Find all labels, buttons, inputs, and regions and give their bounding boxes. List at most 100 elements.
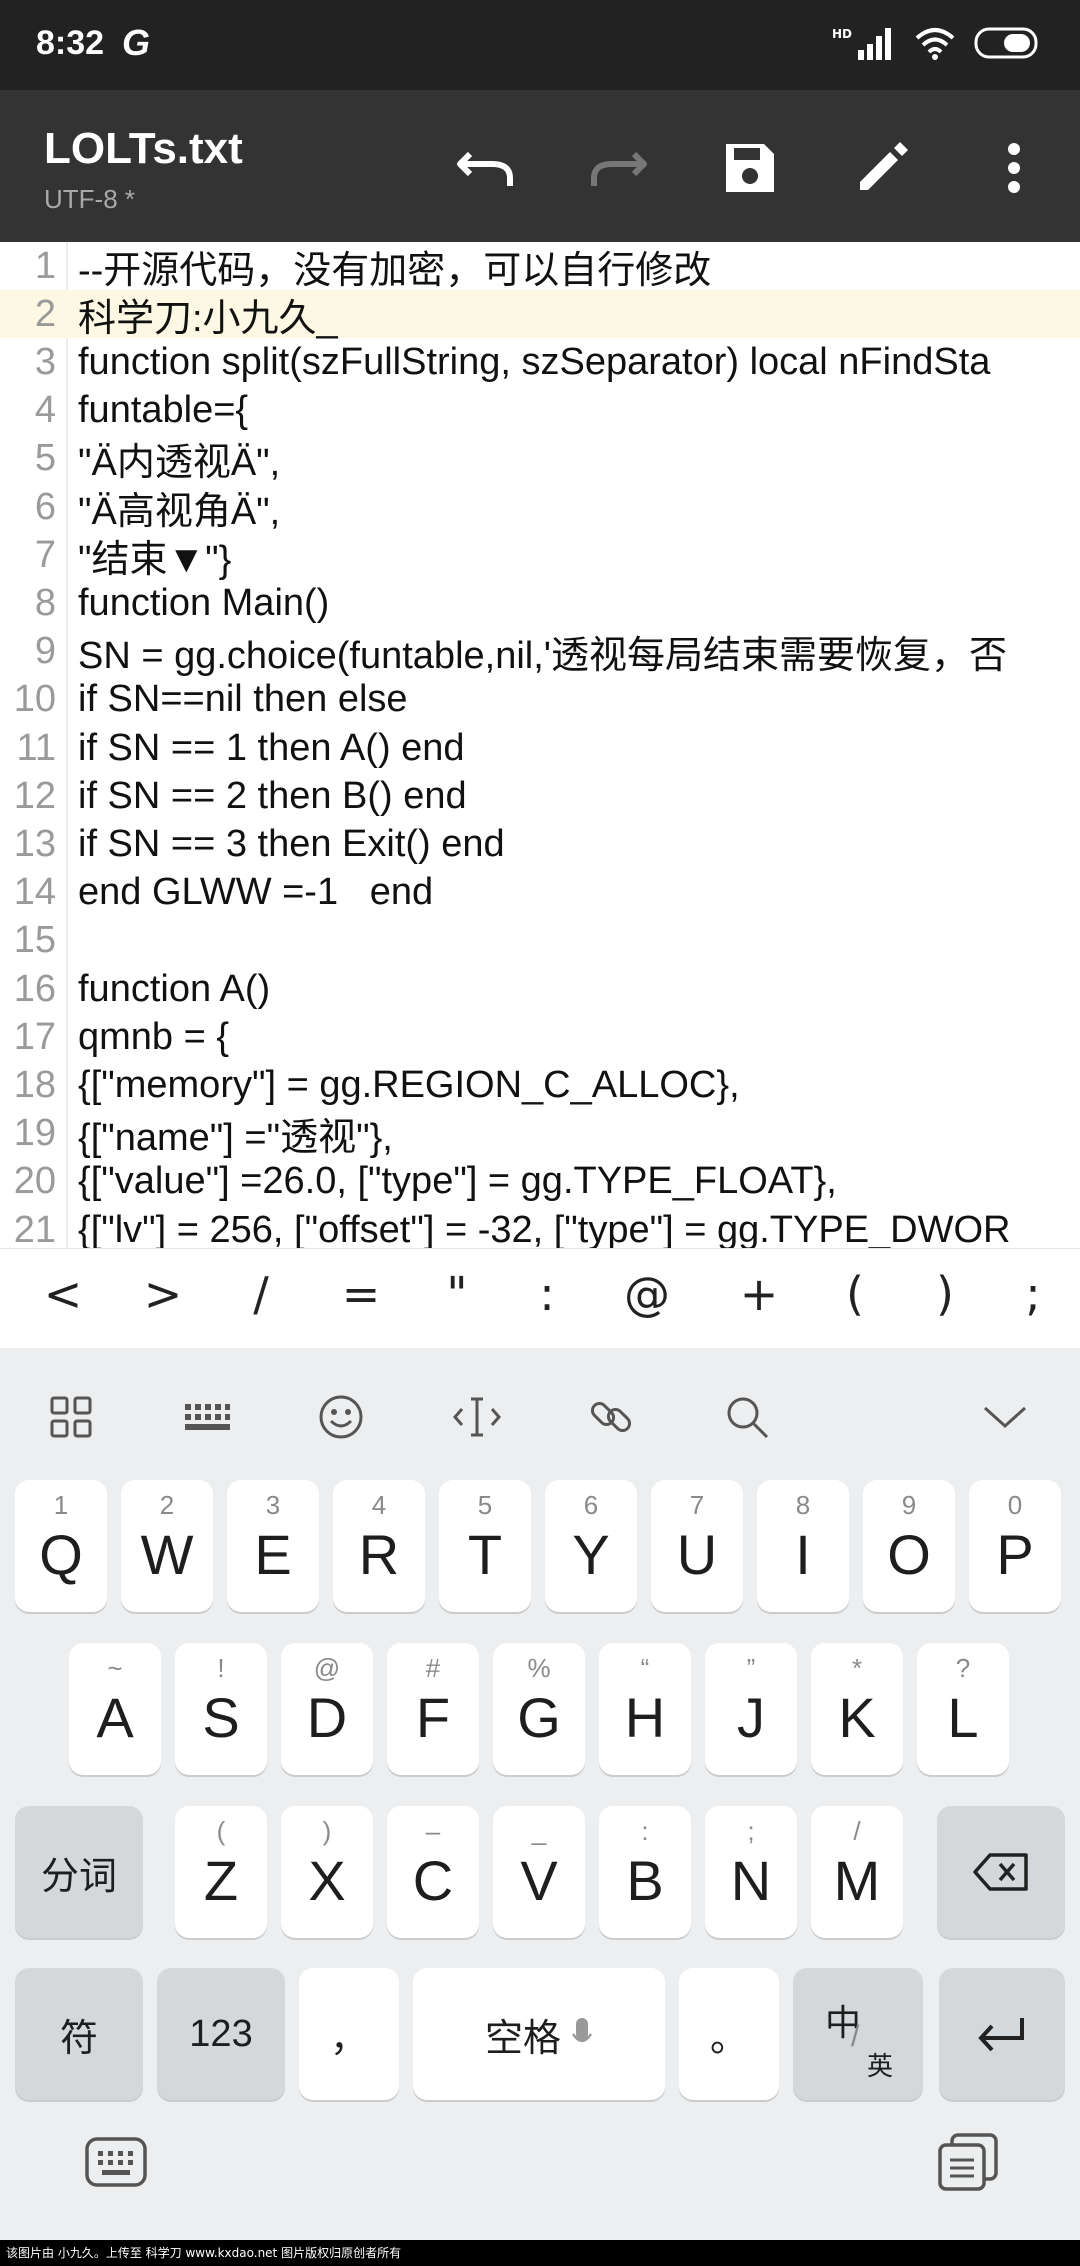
key-c[interactable]: – C bbox=[387, 1806, 479, 1938]
code-line[interactable]: 5 "Ä内透视Ä", bbox=[0, 435, 1080, 484]
code-line[interactable]: 9 SN = gg.choice(funtable,nil,'透视每局结束需要恢复… bbox=[0, 628, 1080, 677]
edit-button[interactable] bbox=[842, 128, 922, 208]
key-l[interactable]: ? L bbox=[917, 1643, 1009, 1775]
code-line[interactable]: 17 qmnb = { bbox=[0, 1013, 1080, 1061]
key-d[interactable]: @ D bbox=[281, 1643, 373, 1775]
clipboard-button[interactable] bbox=[928, 2122, 1008, 2202]
key-letter: K bbox=[838, 1685, 876, 1749]
code-editor[interactable]: 1 --开源代码，没有加密，可以自行修改 2 科学刀:小九久_ 3 function sp… bbox=[0, 242, 1080, 1248]
code-line[interactable]: 14 end GLWW =-1 end bbox=[0, 869, 1080, 917]
code-line[interactable]: 2 科学刀:小九久_ bbox=[0, 290, 1080, 340]
key-m[interactable]: / M bbox=[811, 1806, 903, 1938]
code-line[interactable]: 4 funtable={ bbox=[0, 387, 1080, 435]
code-line[interactable]: 20 {["value"] =26.0, ["type"] = gg.TYPE_F… bbox=[0, 1158, 1080, 1206]
symbol-key[interactable]: 符 bbox=[15, 1968, 143, 2100]
key-hint: ! bbox=[217, 1653, 225, 1683]
symbol-key[interactable]: ; bbox=[998, 1267, 1068, 1321]
symbol-key[interactable]: @ bbox=[612, 1267, 682, 1321]
code-line[interactable]: 10 if SN==nil then else bbox=[0, 676, 1080, 724]
signal-icon bbox=[856, 26, 896, 60]
symbol-key[interactable]: " bbox=[422, 1267, 492, 1321]
key-e[interactable]: 3E bbox=[227, 1480, 319, 1612]
code-line[interactable]: 13 if SN == 3 then Exit() end bbox=[0, 820, 1080, 868]
code-line[interactable]: 1 --开源代码，没有加密，可以自行修改 bbox=[0, 242, 1080, 292]
enter-key[interactable] bbox=[939, 1968, 1065, 2100]
symbol-key[interactable]: : bbox=[512, 1267, 582, 1321]
more-options-button[interactable] bbox=[974, 128, 1054, 208]
line-text: qmnb = { bbox=[78, 1015, 230, 1058]
key-i[interactable]: 8I bbox=[757, 1480, 849, 1612]
key-h[interactable]: “H bbox=[599, 1643, 691, 1775]
code-line[interactable]: 21 {["lv"] = 256, ["offset"] = -32, ["typ… bbox=[0, 1206, 1080, 1249]
line-text: function A() bbox=[78, 967, 271, 1010]
cursor-button[interactable] bbox=[442, 1382, 512, 1452]
symbol-key[interactable]: + bbox=[724, 1267, 794, 1321]
code-line[interactable]: 11 if SN == 1 then A() end bbox=[0, 724, 1080, 772]
key-z[interactable]: (Z bbox=[175, 1806, 267, 1938]
code-line[interactable]: 16 function A() bbox=[0, 965, 1080, 1013]
key-w[interactable]: 2W bbox=[121, 1480, 213, 1612]
key-q[interactable]: 1Q bbox=[15, 1480, 107, 1612]
symbol-key[interactable]: / bbox=[226, 1267, 296, 1321]
space-key[interactable]: 空格 bbox=[413, 1968, 665, 2100]
symbol-key[interactable]: ) bbox=[910, 1267, 980, 1321]
symbol-key[interactable]: < bbox=[28, 1267, 98, 1321]
key-p[interactable]: 0P bbox=[969, 1480, 1061, 1612]
line-number: 16 bbox=[13, 967, 56, 1010]
key-r[interactable]: 4R bbox=[333, 1480, 425, 1612]
redo-button[interactable] bbox=[578, 128, 658, 208]
key-o[interactable]: 9O bbox=[863, 1480, 955, 1612]
soft-keyboard: 分词 符 123 ， 空格 。 中 / 英 1Q2W3E4R5T6Y7U8I9O… bbox=[0, 1348, 1080, 2240]
key-y[interactable]: 6Y bbox=[545, 1480, 637, 1612]
emoji-button[interactable] bbox=[306, 1382, 376, 1452]
key-f[interactable]: # F bbox=[387, 1643, 479, 1775]
key-letter: Q bbox=[39, 1522, 83, 1586]
key-x[interactable]: ) X bbox=[281, 1806, 373, 1938]
hide-keyboard-button[interactable] bbox=[970, 1382, 1040, 1452]
number-key[interactable]: 123 bbox=[157, 1968, 285, 2100]
key-letter: S bbox=[202, 1685, 240, 1749]
key-j[interactable]: ” J bbox=[705, 1643, 797, 1775]
key-b[interactable]: :B bbox=[599, 1806, 691, 1938]
backspace-icon bbox=[973, 1853, 1028, 1891]
kb-layout-button[interactable] bbox=[172, 1382, 242, 1452]
symbol-key[interactable]: > bbox=[128, 1267, 198, 1321]
code-line[interactable]: 15 bbox=[0, 917, 1080, 965]
key-u[interactable]: 7U bbox=[651, 1480, 743, 1612]
period-key[interactable]: 。 bbox=[679, 1968, 779, 2100]
backspace-key[interactable] bbox=[937, 1806, 1065, 1938]
kb-grid-button[interactable] bbox=[36, 1382, 106, 1452]
enter-icon bbox=[978, 2018, 1024, 2052]
keyboard-switch-button[interactable] bbox=[76, 2122, 156, 2202]
code-line[interactable]: 6 "Ä高视角Ä", bbox=[0, 483, 1080, 533]
search-button[interactable] bbox=[712, 1382, 782, 1452]
save-button[interactable] bbox=[710, 128, 790, 208]
key-hint: * bbox=[851, 1653, 863, 1683]
undo-button[interactable] bbox=[446, 128, 526, 208]
code-line[interactable]: 12 if SN == 2 then B() end bbox=[0, 772, 1080, 820]
code-line[interactable]: 18 {["memory"] = gg.REGION_C_ALLOC}, bbox=[0, 1061, 1080, 1109]
symbol-key[interactable]: = bbox=[326, 1267, 396, 1321]
key-a[interactable]: ~ A bbox=[69, 1643, 161, 1775]
language-switch-key[interactable]: 中 / 英 bbox=[793, 1968, 923, 2100]
key-s[interactable]: ! S bbox=[175, 1643, 267, 1775]
code-line[interactable]: 3 function split(szFullString, szSeparato… bbox=[0, 338, 1080, 386]
key-k[interactable]: * K bbox=[811, 1643, 903, 1775]
clipboard-link-button[interactable] bbox=[576, 1382, 646, 1452]
key-n[interactable]: ; N bbox=[705, 1806, 797, 1938]
key-v[interactable]: _ V bbox=[493, 1806, 585, 1938]
comma-key[interactable]: ， bbox=[299, 1968, 399, 2100]
key-g[interactable]: % G bbox=[493, 1643, 585, 1775]
code-line[interactable]: 19 {["name"] ="透视"}, bbox=[0, 1110, 1080, 1159]
key-t[interactable]: 5T bbox=[439, 1480, 531, 1612]
symbol-key[interactable]: ( bbox=[820, 1267, 890, 1321]
code-line[interactable]: 8 function Main() bbox=[0, 579, 1080, 627]
line-number: 3 bbox=[34, 340, 56, 383]
key-hint: ? bbox=[955, 1653, 971, 1683]
segment-key[interactable]: 分词 bbox=[15, 1806, 143, 1938]
key-letter: V bbox=[520, 1848, 558, 1912]
key-hint: ; bbox=[747, 1816, 755, 1846]
line-text: {["memory"] = gg.REGION_C_ALLOC}, bbox=[78, 1063, 740, 1106]
key-hint: 1 bbox=[53, 1490, 69, 1520]
code-line[interactable]: 7 "结束▼"} bbox=[0, 531, 1080, 581]
